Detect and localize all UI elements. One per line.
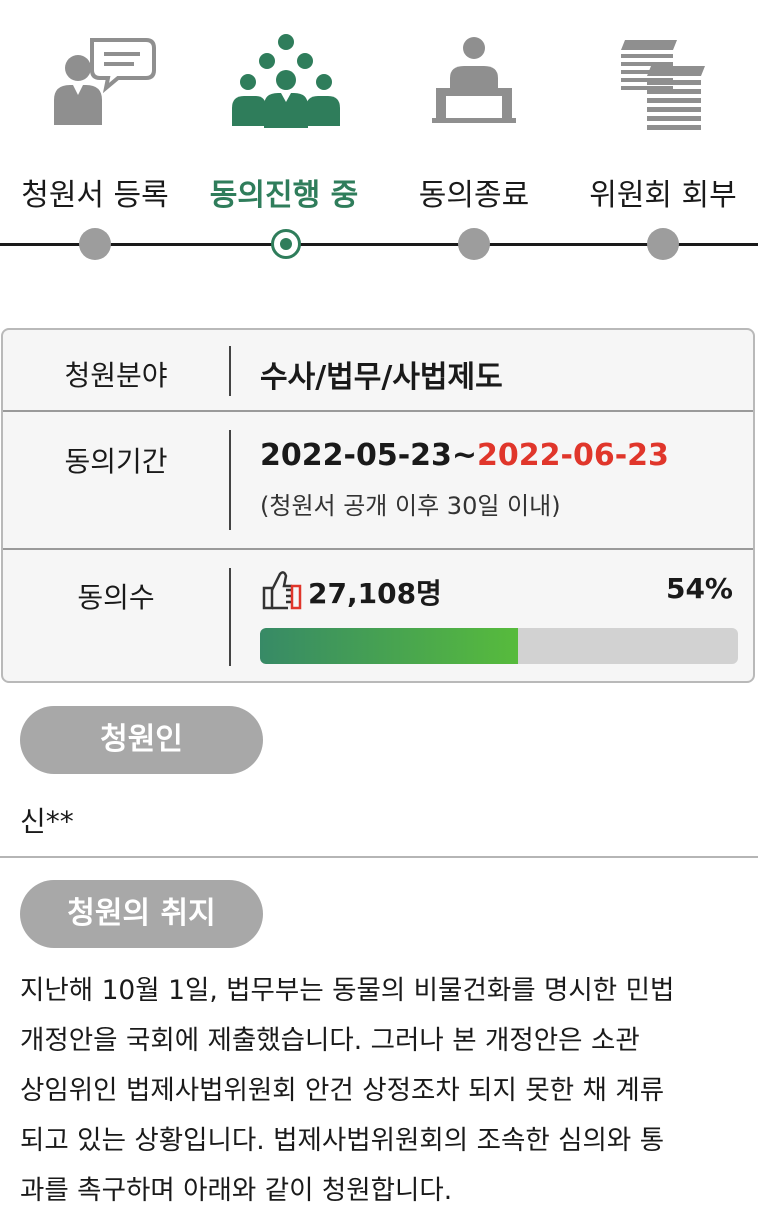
period-label: 동의기간: [64, 445, 168, 478]
petition-register-icon: [40, 30, 160, 140]
purpose-text: 지난해 10월 1일, 법무부는 동물의 비물건화를 명시한 민법 개정안을 국…: [20, 966, 745, 1216]
column-divider: [229, 430, 231, 530]
consent-count: 27,108명: [308, 577, 442, 610]
consent-progress-bar: [260, 628, 738, 664]
period-row: 동의기간 2022-05-23~2022-06-23 (청원서 공개 이후 30…: [3, 412, 753, 548]
document-stack-icon: [605, 30, 725, 140]
step-label-committee-referral: 위원회 회부: [589, 178, 737, 213]
step-timeline-line: [0, 243, 758, 246]
step-dot-consent-ended: [458, 228, 490, 260]
consent-progress-fill: [260, 628, 519, 664]
period-start: 2022-05-23~: [260, 438, 478, 473]
progress-steps: 청원서 등록 동의진행 중 동의종료 위원회 회부: [0, 0, 758, 280]
section-divider: [0, 856, 758, 858]
step-label-register: 청원서 등록: [21, 178, 169, 213]
purpose-line: 개정안을 국회에 제출했습니다. 그러나 본 개정안은 소관: [20, 1025, 640, 1056]
step-label-consent-in-progress: 동의진행 중: [209, 178, 359, 213]
purpose-line: 지난해 10월 1일, 법무부는 동물의 비물건화를 명시한 민법: [20, 975, 675, 1006]
column-divider: [229, 568, 231, 666]
consent-count-row: 동의수 27,108명 54%: [3, 550, 753, 681]
step-label-consent-ended: 동의종료: [418, 178, 530, 213]
petitioner-section-pill: 청원인: [20, 706, 263, 774]
step-dot-register: [79, 228, 111, 260]
step-dot-consent-in-progress-active: [271, 229, 301, 259]
column-divider: [229, 346, 231, 396]
thumbs-up-icon: [260, 568, 302, 612]
period-end: 2022-06-23: [477, 438, 669, 473]
purpose-line: 상임위인 법제사법위원회 안건 상정조차 되지 못한 채 계류: [20, 1075, 665, 1106]
period-note: (청원서 공개 이후 30일 이내): [260, 492, 561, 520]
period-dates: 2022-05-23~2022-06-23: [260, 438, 669, 473]
category-row: 청원분야 수사/법무/사법제도: [3, 330, 753, 410]
category-value: 수사/법무/사법제도: [260, 360, 503, 395]
purpose-section-pill: 청원의 취지: [20, 880, 263, 948]
petitioner-name: 신**: [20, 805, 74, 838]
podium-icon: [414, 30, 534, 140]
category-label: 청원분야: [64, 359, 168, 392]
purpose-line: 되고 있는 상황입니다. 법제사법위원회의 조속한 심의와 통: [20, 1125, 665, 1156]
consent-percent: 54%: [665, 572, 733, 605]
count-label: 동의수: [77, 581, 155, 614]
petition-info-table: 청원분야 수사/법무/사법제도 동의기간 2022-05-23~2022-06-…: [1, 328, 755, 683]
step-dot-committee-referral: [647, 228, 679, 260]
people-group-icon: [226, 30, 346, 140]
purpose-line: 과를 촉구하며 아래와 같이 청원합니다.: [20, 1175, 453, 1206]
